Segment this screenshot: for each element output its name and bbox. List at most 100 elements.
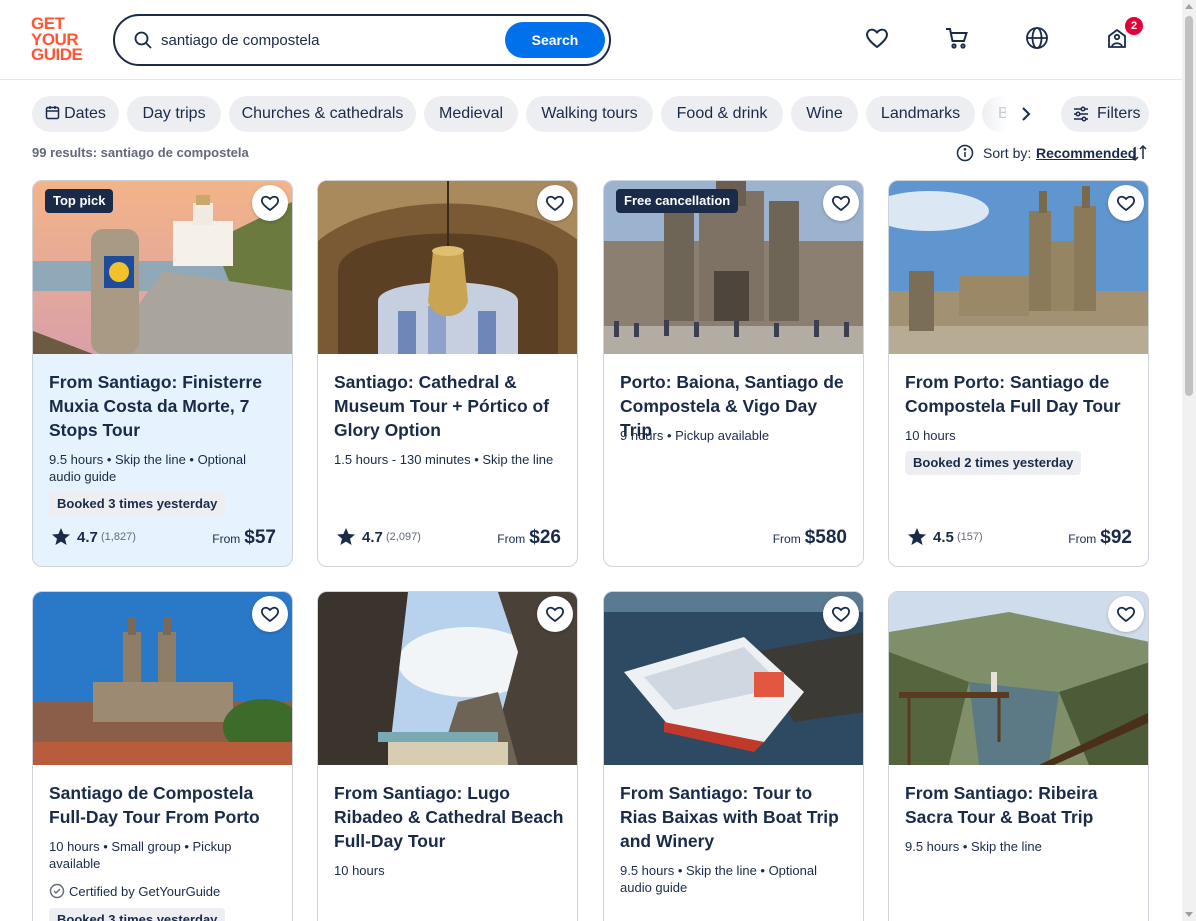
heart-icon (832, 606, 850, 623)
price-amount: $580 (804, 527, 847, 548)
activity-card[interactable]: From Santiago: Tour to Rias Baixas with … (603, 591, 864, 921)
chip-dates[interactable]: Dates (32, 96, 119, 132)
heart-icon (832, 195, 850, 212)
heart-icon (1117, 606, 1135, 623)
chip-day-trips[interactable]: Day trips (127, 96, 221, 132)
heart-icon (1117, 195, 1135, 212)
wishlist-button[interactable] (252, 596, 288, 632)
card-title[interactable]: From Santiago: Finisterre Muxia Costa da… (49, 370, 279, 442)
price-amount: $26 (529, 527, 561, 548)
star-icon (337, 528, 355, 545)
filters-button[interactable]: Filters (1061, 96, 1149, 132)
scroll-down-arrow-icon[interactable] (1185, 912, 1193, 917)
wishlist-button[interactable] (1108, 185, 1144, 221)
booked-badge: Booked 3 times yesterday (49, 908, 226, 921)
certified-badge: Certified by GetYourGuide (49, 883, 220, 899)
card-title[interactable]: From Santiago: Lugo Ribadeo & Cathedral … (334, 781, 564, 853)
card-title[interactable]: From Porto: Santiago de Compostela Full … (905, 370, 1135, 418)
activity-card[interactable]: Top pick From Santiago: Finisterre Muxia… (32, 180, 293, 567)
chip-partial[interactable]: B (982, 96, 1006, 132)
free-cancellation-tag: Free cancellation (616, 189, 739, 213)
rating-value: 4.5 (933, 529, 954, 546)
heart-icon (546, 195, 564, 212)
notification-badge: 2 (1125, 17, 1143, 35)
star-icon (52, 528, 70, 545)
filters-label: Filters (1097, 105, 1141, 122)
certified-label: Certified by GetYourGuide (69, 884, 221, 899)
sort-arrows-icon[interactable] (1130, 143, 1148, 163)
chip-medieval[interactable]: Medieval (424, 96, 518, 132)
wishlist-heart-icon[interactable] (864, 25, 890, 51)
price-from-label: From (772, 532, 801, 546)
activity-card[interactable]: Santiago de Compostela Full-Day Tour Fro… (32, 591, 293, 921)
chip-label: Dates (64, 105, 106, 122)
wishlist-button[interactable] (537, 596, 573, 632)
review-count: (157) (957, 531, 983, 543)
review-count: (2,097) (386, 531, 421, 543)
scrollbar-thumb[interactable] (1185, 16, 1193, 396)
price-from-label: From (1068, 532, 1097, 546)
card-price: From $92 (1068, 527, 1132, 549)
globe-language-icon[interactable] (1024, 25, 1050, 51)
results-count: 99 results: santiago de compostela (32, 145, 249, 160)
cart-icon[interactable] (944, 25, 970, 51)
card-meta: 10 hours (334, 863, 385, 878)
card-meta: 9.5 hours • Skip the line (905, 839, 1042, 854)
chip-churches-cathedrals[interactable]: Churches & cathedrals (229, 96, 416, 132)
wishlist-button[interactable] (252, 185, 288, 221)
sliders-icon (1074, 106, 1088, 122)
rating-value: 4.7 (77, 529, 98, 546)
wishlist-button[interactable] (823, 185, 859, 221)
chip-walking-tours[interactable]: Walking tours (526, 96, 653, 132)
top-pick-tag: Top pick (45, 189, 114, 213)
wishlist-button[interactable] (1108, 596, 1144, 632)
getyourguide-logo[interactable]: GET YOUR GUIDE (31, 15, 91, 64)
search-bar: Search (113, 14, 611, 66)
logo-line: GUIDE (31, 45, 83, 64)
top-header: GET YOUR GUIDE Search 2 (0, 0, 1182, 80)
sort-label: Sort by: (983, 145, 1032, 161)
review-count: (1,827) (101, 531, 136, 543)
card-meta: 9.5 hours • Skip the line • Optional aud… (620, 863, 817, 895)
heart-icon (261, 606, 279, 623)
chip-landmarks[interactable]: Landmarks (866, 96, 975, 132)
star-icon (908, 528, 926, 545)
price-from-label: From (212, 532, 241, 546)
chip-wine[interactable]: Wine (791, 96, 858, 132)
wishlist-button[interactable] (823, 596, 859, 632)
booked-badge: Booked 3 times yesterday (49, 492, 226, 516)
activity-card[interactable]: Santiago: Cathedral & Museum Tour + Pórt… (317, 180, 578, 567)
search-button[interactable]: Search (505, 22, 605, 58)
calendar-icon (45, 106, 60, 120)
card-meta: 10 hours (905, 428, 956, 443)
chevron-right-icon[interactable] (1014, 102, 1038, 126)
price-amount: $92 (1100, 527, 1132, 548)
card-title[interactable]: From Santiago: Tour to Rias Baixas with … (620, 781, 850, 853)
card-title[interactable]: From Santiago: Ribeira Sacra Tour & Boat… (905, 781, 1135, 829)
rating-value: 4.7 (362, 529, 383, 546)
page-scrollbar[interactable] (1182, 0, 1196, 921)
scroll-up-arrow-icon[interactable] (1185, 4, 1193, 9)
activity-card[interactable]: From Porto: Santiago de Compostela Full … (888, 180, 1149, 567)
card-meta: 9 hours • Pickup available (620, 428, 770, 443)
booked-badge: Booked 2 times yesterday (905, 451, 1082, 475)
activity-card[interactable]: Free cancellation Porto: Baiona, Santiag… (603, 180, 864, 567)
search-input[interactable] (161, 28, 501, 52)
card-title[interactable]: Santiago: Cathedral & Museum Tour + Pórt… (334, 370, 564, 442)
card-meta: 1.5 hours - 130 minutes • Skip the line (334, 452, 554, 467)
chip-food-drink[interactable]: Food & drink (661, 96, 783, 132)
card-price: From $26 (497, 527, 561, 549)
heart-icon (546, 606, 564, 623)
heart-icon (261, 195, 279, 212)
activity-card[interactable]: From Santiago: Lugo Ribadeo & Cathedral … (317, 591, 578, 921)
info-icon[interactable] (956, 144, 974, 162)
wishlist-button[interactable] (537, 185, 573, 221)
price-amount: $57 (244, 527, 276, 548)
activity-card[interactable]: From Santiago: Ribeira Sacra Tour & Boat… (888, 591, 1149, 921)
card-meta: 10 hours • Small group • Pickup availabl… (49, 839, 232, 871)
sort-value[interactable]: Recommended (1036, 145, 1136, 161)
search-icon (134, 31, 152, 49)
card-price: From $580 (773, 527, 847, 549)
card-title[interactable]: Santiago de Compostela Full-Day Tour Fro… (49, 781, 279, 829)
price-from-label: From (497, 532, 526, 546)
